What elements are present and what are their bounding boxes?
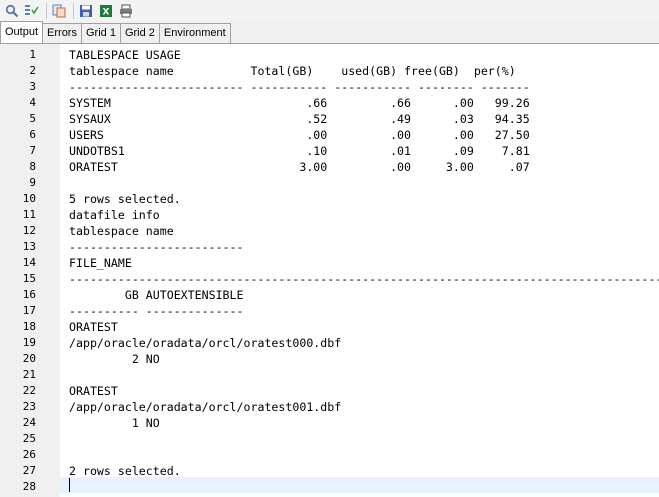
line-number: 10 [22, 192, 36, 205]
output-line: SYSAUX .52 .49 .03 94.35 [69, 112, 530, 126]
output-line: ------------------------- ----------- --… [69, 80, 530, 94]
output-line: USERS .00 .00 .00 27.50 [69, 128, 530, 142]
line-number: 27 [22, 464, 36, 477]
output-line: ------------------------- [69, 240, 244, 254]
line-number: 20 [22, 352, 36, 365]
output-line: datafile info [69, 208, 160, 222]
line-number: 26 [22, 448, 36, 461]
output-line: ----------------------------------------… [69, 272, 659, 286]
line-number: 15 [22, 272, 36, 285]
output-toolbar: X [0, 0, 659, 22]
line-number: 2 [29, 64, 36, 77]
output-line: TABLESPACE USAGE [69, 48, 181, 62]
print-icon[interactable] [118, 3, 134, 19]
line-number: 13 [22, 240, 36, 253]
output-line: tablespace name [69, 224, 174, 238]
output-line: /app/oracle/oradata/orcl/oratest000.dbf [69, 336, 342, 350]
line-number: 7 [29, 144, 36, 157]
excel-icon[interactable]: X [98, 3, 114, 19]
copy-icon[interactable] [51, 3, 67, 19]
line-number: 14 [22, 256, 36, 269]
text-cursor [69, 478, 70, 492]
tab-output[interactable]: Output [0, 21, 44, 43]
output-line: UNDOTBS1 .10 .01 .09 7.81 [69, 144, 530, 158]
line-number: 6 [29, 128, 36, 141]
line-number: 3 [29, 80, 36, 93]
output-line: ORATEST [69, 320, 118, 334]
line-number: 25 [22, 432, 36, 445]
line-number: 5 [29, 112, 36, 125]
output-line: 1 NO [69, 416, 160, 430]
output-line: 5 rows selected. [69, 192, 181, 206]
line-number: 17 [22, 304, 36, 317]
line-number: 4 [29, 96, 36, 109]
current-line-highlight [60, 477, 659, 493]
output-line: ORATEST 3.00 .00 3.00 .07 [69, 160, 530, 174]
save-icon[interactable] [78, 3, 94, 19]
line-number: 9 [29, 176, 36, 189]
line-number: 1 [29, 48, 36, 61]
output-line: ---------- -------------- [69, 304, 244, 318]
output-line: SYSTEM .66 .66 .00 99.26 [69, 96, 530, 110]
line-number: 19 [22, 336, 36, 349]
line-number: 24 [22, 416, 36, 429]
line-number: 11 [22, 208, 36, 221]
line-number: 12 [22, 224, 36, 237]
tab-errors[interactable]: Errors [42, 23, 82, 43]
line-number: 28 [22, 480, 36, 493]
output-line: ORATEST [69, 384, 118, 398]
toolbar-separator [46, 3, 47, 19]
tab-grid-2[interactable]: Grid 2 [119, 23, 160, 43]
line-number: 16 [22, 288, 36, 301]
line-number: 8 [29, 160, 36, 173]
output-line: /app/oracle/oradata/orcl/oratest001.dbf [69, 400, 342, 414]
toolbar-separator [73, 3, 74, 19]
line-number: 22 [22, 384, 36, 397]
output-line: FILE_NAME [69, 256, 132, 270]
output-tabs: Output Errors Grid 1 Grid 2 Environment [0, 21, 659, 44]
line-number: 21 [22, 368, 36, 381]
output-line: tablespace name Total(GB) used(GB) free(… [69, 64, 516, 78]
line-number: 23 [22, 400, 36, 413]
filter-icon[interactable] [24, 3, 40, 19]
tab-environment[interactable]: Environment [158, 23, 231, 43]
output-editor[interactable]: 1 TABLESPACE USAGE 2 tablespace name Total(… [0, 44, 659, 497]
output-line: 2 NO [69, 352, 160, 366]
line-number: 18 [22, 320, 36, 333]
output-line: GB AUTOEXTENSIBLE [69, 288, 244, 302]
tab-grid-1[interactable]: Grid 1 [80, 23, 121, 43]
svg-text:X: X [103, 8, 110, 18]
output-line: 2 rows selected. [69, 464, 181, 478]
search-icon[interactable] [4, 3, 20, 19]
